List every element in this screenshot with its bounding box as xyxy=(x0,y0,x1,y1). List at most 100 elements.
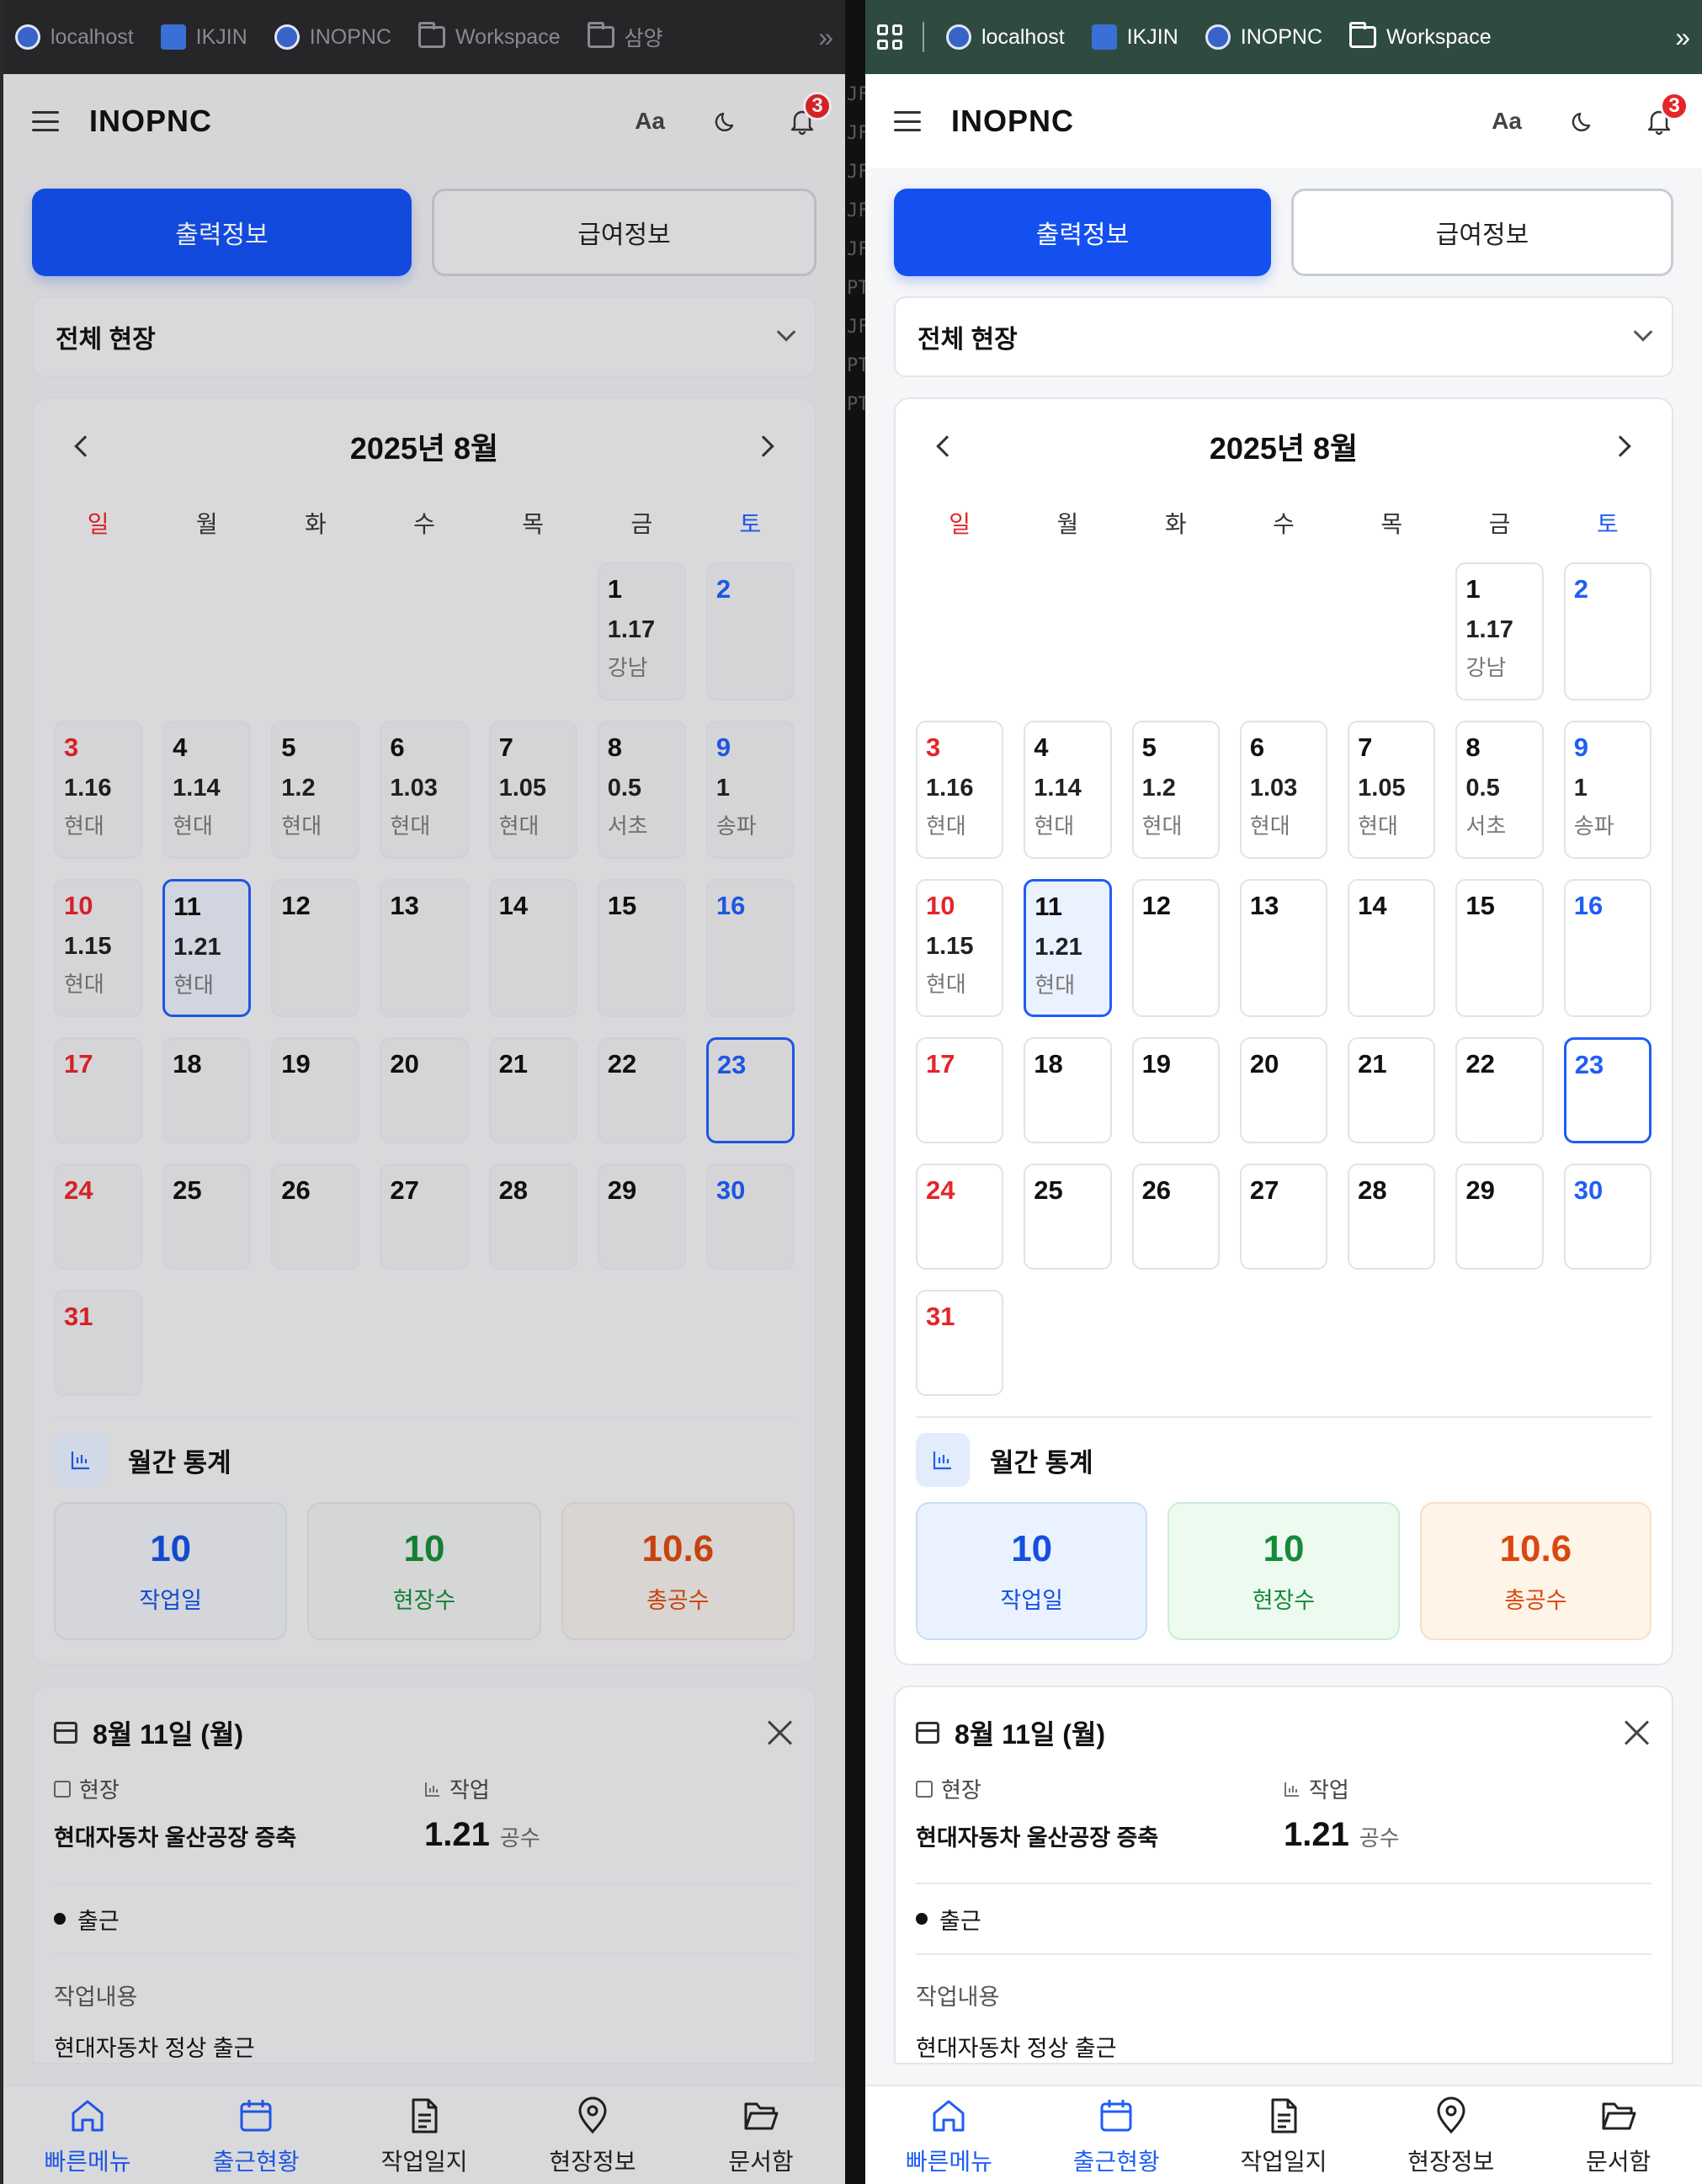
prev-month-icon[interactable] xyxy=(74,435,96,457)
menu-icon[interactable] xyxy=(894,111,921,131)
nav-item-location-pin[interactable]: 현장정보 xyxy=(508,2086,677,2184)
calendar-day-3[interactable]: 3 1.16 현대 xyxy=(916,721,1004,859)
tab-output-info[interactable]: 출력정보 xyxy=(32,189,412,276)
calendar-day-5[interactable]: 5 1.2 현대 xyxy=(1131,721,1220,859)
calendar-day-14[interactable]: 14 xyxy=(1348,879,1436,1017)
bookmark-ikjin[interactable]: IKJIN xyxy=(160,22,247,52)
font-size-toggle[interactable]: Aa xyxy=(635,108,665,135)
more-bookmarks-icon[interactable]: » xyxy=(818,22,833,53)
calendar-day-10[interactable]: 10 1.15 현대 xyxy=(916,879,1004,1017)
calendar-day-19[interactable]: 19 xyxy=(1131,1037,1220,1143)
font-size-toggle[interactable]: Aa xyxy=(1492,108,1522,135)
calendar-day-14[interactable]: 14 xyxy=(488,879,577,1017)
calendar-day-18[interactable]: 18 xyxy=(1024,1037,1112,1143)
nav-item-location-pin[interactable]: 현장정보 xyxy=(1367,2086,1534,2184)
bookmark-ikjin[interactable]: IKJIN xyxy=(1091,24,1178,50)
nav-item-home[interactable]: 빠른메뉴 xyxy=(3,2086,172,2184)
calendar-day-31[interactable]: 31 xyxy=(916,1290,1004,1396)
nav-item-calendar[interactable]: 출근현황 xyxy=(172,2086,340,2184)
tab-salary-info[interactable]: 급여정보 xyxy=(1291,189,1673,276)
nav-item-document[interactable]: 작업일지 xyxy=(340,2086,508,2184)
calendar-day-1[interactable]: 1 1.17 강남 xyxy=(597,562,686,700)
nav-item-folder-open[interactable]: 문서함 xyxy=(677,2086,845,2184)
calendar-day-8[interactable]: 8 0.5 서초 xyxy=(1455,721,1544,859)
calendar-day-20[interactable]: 20 xyxy=(1239,1037,1328,1143)
calendar-day-12[interactable]: 12 xyxy=(271,879,360,1017)
bookmark-workspace[interactable]: Workspace xyxy=(1349,22,1492,50)
calendar-day-18[interactable]: 18 xyxy=(162,1037,252,1143)
calendar-day-21[interactable]: 21 xyxy=(1348,1037,1436,1143)
calendar-day-15[interactable]: 15 xyxy=(597,879,686,1017)
calendar-day-2[interactable]: 2 xyxy=(1563,562,1651,700)
calendar-day-29[interactable]: 29 xyxy=(597,1164,686,1270)
calendar-day-7[interactable]: 7 1.05 현대 xyxy=(488,721,577,859)
calendar-day-11[interactable]: 11 1.21 현대 xyxy=(162,879,252,1017)
calendar-day-26[interactable]: 26 xyxy=(271,1164,360,1270)
calendar-day-4[interactable]: 4 1.14 현대 xyxy=(1024,721,1112,859)
bookmark-inopnc[interactable]: INOPNC xyxy=(274,22,391,52)
calendar-day-9[interactable]: 9 1 송파 xyxy=(705,721,795,859)
calendar-day-23[interactable]: 23 xyxy=(705,1037,795,1143)
site-select[interactable]: 전체 현장 xyxy=(32,296,816,377)
calendar-day-4[interactable]: 4 1.14 현대 xyxy=(162,721,252,859)
calendar-day-25[interactable]: 25 xyxy=(1024,1164,1112,1270)
bookmark-inopnc[interactable]: INOPNC xyxy=(1205,24,1322,50)
calendar-day-24[interactable]: 24 xyxy=(916,1164,1004,1270)
calendar-day-2[interactable]: 2 xyxy=(705,562,795,700)
bookmark-localhost[interactable]: localhost xyxy=(15,22,134,52)
apps-grid-icon[interactable] xyxy=(877,24,902,50)
nav-item-home[interactable]: 빠른메뉴 xyxy=(865,2086,1033,2184)
more-bookmarks-icon[interactable]: » xyxy=(1675,22,1690,53)
calendar-day-13[interactable]: 13 xyxy=(1239,879,1328,1017)
calendar-day-21[interactable]: 21 xyxy=(488,1037,577,1143)
calendar-day-20[interactable]: 20 xyxy=(380,1037,469,1143)
calendar-day-3[interactable]: 3 1.16 현대 xyxy=(54,721,143,859)
dark-mode-icon[interactable] xyxy=(714,109,739,134)
calendar-day-30[interactable]: 30 xyxy=(1563,1164,1651,1270)
calendar-day-17[interactable]: 17 xyxy=(54,1037,143,1143)
calendar-day-11[interactable]: 11 1.21 현대 xyxy=(1024,879,1112,1017)
close-icon[interactable] xyxy=(1623,1718,1651,1747)
calendar-day-23[interactable]: 23 xyxy=(1563,1037,1651,1143)
dark-mode-icon[interactable] xyxy=(1571,109,1596,134)
calendar-day-22[interactable]: 22 xyxy=(597,1037,686,1143)
nav-item-document[interactable]: 작업일지 xyxy=(1200,2086,1368,2184)
calendar-day-29[interactable]: 29 xyxy=(1455,1164,1544,1270)
calendar-day-25[interactable]: 25 xyxy=(162,1164,252,1270)
calendar-day-13[interactable]: 13 xyxy=(380,879,469,1017)
site-select[interactable]: 전체 현장 xyxy=(894,296,1673,377)
notification-bell-icon[interactable]: 3 xyxy=(788,92,832,136)
calendar-day-9[interactable]: 9 1 송파 xyxy=(1563,721,1651,859)
menu-icon[interactable] xyxy=(32,111,59,131)
tab-output-info[interactable]: 출력정보 xyxy=(894,189,1271,276)
bookmark-삼양[interactable]: 삼양 xyxy=(587,22,663,52)
nav-item-calendar[interactable]: 출근현황 xyxy=(1033,2086,1200,2184)
calendar-day-6[interactable]: 6 1.03 현대 xyxy=(380,721,469,859)
calendar-day-7[interactable]: 7 1.05 현대 xyxy=(1348,721,1436,859)
calendar-day-26[interactable]: 26 xyxy=(1131,1164,1220,1270)
close-icon[interactable] xyxy=(766,1718,795,1747)
tab-salary-info[interactable]: 급여정보 xyxy=(432,189,816,276)
next-month-icon[interactable] xyxy=(1609,435,1631,457)
calendar-day-27[interactable]: 27 xyxy=(1239,1164,1328,1270)
calendar-day-5[interactable]: 5 1.2 현대 xyxy=(271,721,360,859)
calendar-day-24[interactable]: 24 xyxy=(54,1164,143,1270)
calendar-day-22[interactable]: 22 xyxy=(1455,1037,1544,1143)
calendar-day-10[interactable]: 10 1.15 현대 xyxy=(54,879,143,1017)
bookmark-workspace[interactable]: Workspace xyxy=(418,22,561,52)
calendar-day-30[interactable]: 30 xyxy=(705,1164,795,1270)
calendar-day-17[interactable]: 17 xyxy=(916,1037,1004,1143)
calendar-day-16[interactable]: 16 xyxy=(705,879,795,1017)
notification-bell-icon[interactable]: 3 xyxy=(1645,92,1689,136)
calendar-day-16[interactable]: 16 xyxy=(1563,879,1651,1017)
calendar-day-8[interactable]: 8 0.5 서초 xyxy=(597,721,686,859)
calendar-day-28[interactable]: 28 xyxy=(1348,1164,1436,1270)
calendar-day-28[interactable]: 28 xyxy=(488,1164,577,1270)
calendar-day-27[interactable]: 27 xyxy=(380,1164,469,1270)
calendar-day-19[interactable]: 19 xyxy=(271,1037,360,1143)
next-month-icon[interactable] xyxy=(753,435,774,457)
calendar-day-15[interactable]: 15 xyxy=(1455,879,1544,1017)
calendar-day-1[interactable]: 1 1.17 강남 xyxy=(1455,562,1544,700)
calendar-day-6[interactable]: 6 1.03 현대 xyxy=(1239,721,1328,859)
calendar-day-31[interactable]: 31 xyxy=(54,1290,143,1396)
